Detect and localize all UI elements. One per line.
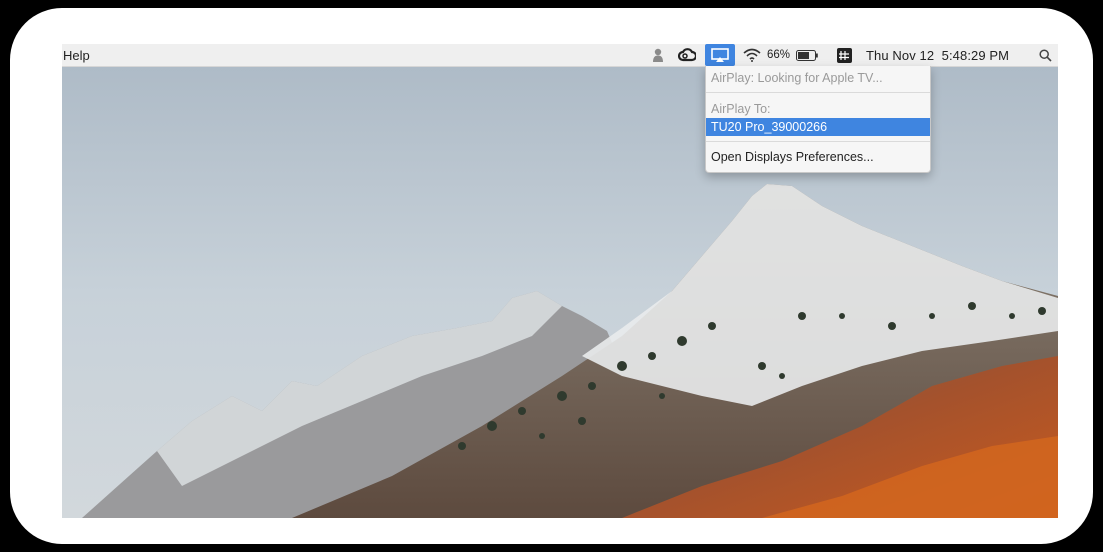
open-displays-preferences-item[interactable]: Open Displays Preferences...	[706, 148, 930, 166]
user-silhouette-icon[interactable]	[652, 44, 666, 66]
battery-percent[interactable]: 66%	[767, 44, 790, 66]
battery-icon[interactable]	[796, 44, 818, 66]
spotlight-search-icon[interactable]	[1039, 44, 1053, 66]
airplay-menu: AirPlay: Looking for Apple TV... AirPlay…	[705, 66, 931, 173]
menu-separator	[706, 141, 930, 142]
menu-bar: Help 66% Thu Nov 12 5:48:29 PM	[62, 44, 1058, 67]
mac-screen: Help 66% Thu Nov 12 5:48:29 PM AirPlay: …	[62, 44, 1058, 518]
airplay-icon[interactable]	[705, 44, 735, 66]
airplay-to-label: AirPlay To:	[711, 102, 771, 116]
menu-bar-clock[interactable]: Thu Nov 12 5:48:29 PM	[866, 44, 1009, 66]
device-frame: Help 66% Thu Nov 12 5:48:29 PM AirPlay: …	[10, 8, 1093, 544]
airplay-device-item[interactable]: TU20 Pro_39000266	[706, 118, 930, 136]
wifi-icon[interactable]	[743, 44, 761, 66]
airplay-status: AirPlay: Looking for Apple TV...	[711, 71, 883, 85]
menu-separator	[706, 92, 930, 93]
creative-cloud-icon[interactable]	[678, 44, 696, 66]
menu-help[interactable]: Help	[63, 48, 90, 63]
input-source-icon[interactable]	[837, 44, 853, 66]
